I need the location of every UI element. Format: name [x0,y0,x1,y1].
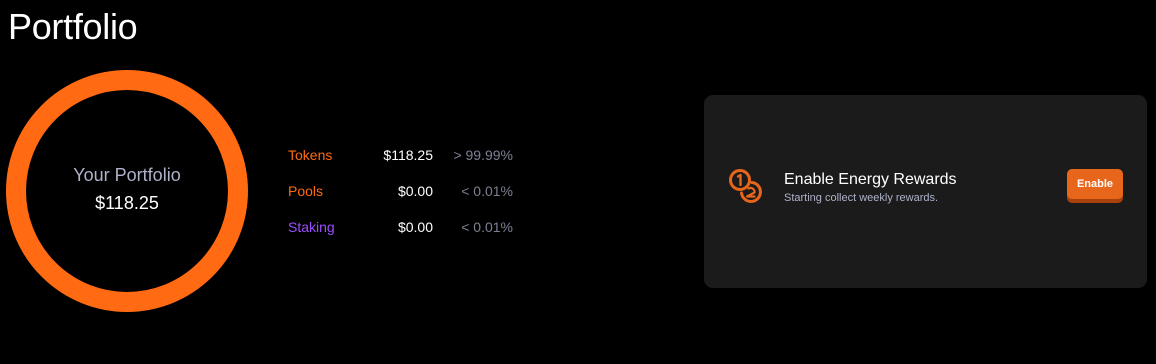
breakdown-row-staking: Staking $0.00 < 0.01% [288,216,518,252]
rewards-subtitle: Starting collect weekly rewards. [784,192,939,204]
portfolio-page: Portfolio Your Portfolio $118.25 Tokens … [0,0,1156,364]
enable-rewards-button[interactable]: Enable [1067,169,1123,199]
breakdown-percent: > 99.99% [453,147,513,163]
donut-center: Your Portfolio $118.25 [6,70,248,312]
breakdown-name: Staking [288,219,335,235]
breakdown-percent: < 0.01% [461,219,513,235]
breakdown-name: Tokens [288,147,333,163]
rewards-title: Enable Energy Rewards [784,171,957,188]
breakdown-amount: $0.00 [397,219,433,235]
page-title: Portfolio [8,6,138,47]
portfolio-label: Your Portfolio [73,164,181,185]
breakdown-percent: < 0.01% [461,183,513,199]
portfolio-total: $118.25 [95,192,159,213]
portfolio-donut-chart: Your Portfolio $118.25 [6,70,248,312]
breakdown-amount: $118.25 [383,147,433,163]
coins-icon [726,167,768,209]
portfolio-breakdown: Tokens $118.25 > 99.99% Pools $0.00 < 0.… [288,144,518,252]
energy-rewards-card: Enable Energy Rewards Starting collect w… [704,95,1147,288]
breakdown-amount: $0.00 [397,183,433,199]
breakdown-row-pools: Pools $0.00 < 0.01% [288,180,518,216]
breakdown-name: Pools [288,183,324,199]
breakdown-row-tokens: Tokens $118.25 > 99.99% [288,144,518,180]
